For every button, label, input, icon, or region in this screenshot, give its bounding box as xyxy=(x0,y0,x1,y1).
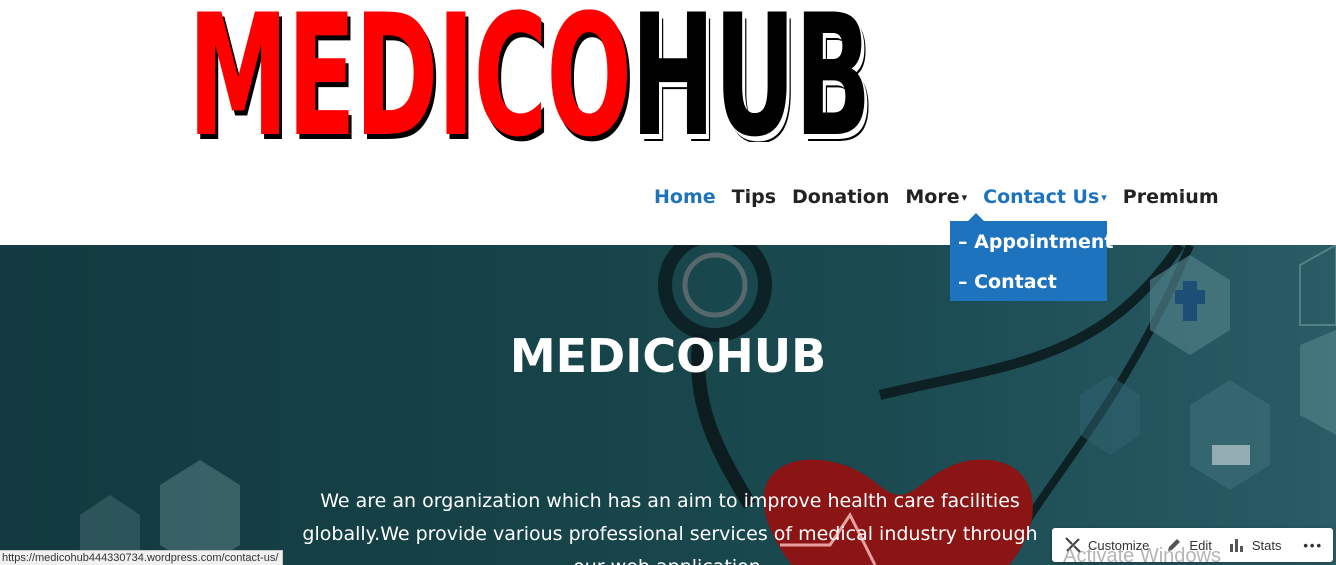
customize-label: Customize xyxy=(1088,537,1150,553)
stats-label: Stats xyxy=(1251,537,1282,553)
stats-button[interactable]: Stats xyxy=(1228,536,1282,554)
nav-contact-us[interactable]: Contact Us ▾ xyxy=(975,183,1115,211)
more-options-button[interactable]: ••• xyxy=(1303,538,1323,553)
edit-label: Edit xyxy=(1189,537,1212,553)
nav-donation[interactable]: Donation xyxy=(784,183,897,211)
nav-more-label: More xyxy=(905,186,960,208)
nav-tips[interactable]: Tips xyxy=(724,183,784,211)
chevron-down-icon: ▾ xyxy=(961,190,968,204)
pencil-icon xyxy=(1168,539,1181,551)
edit-button[interactable]: Edit xyxy=(1165,536,1212,554)
customize-button[interactable]: Customize xyxy=(1064,536,1149,554)
hero-banner: MEDICOHUB We are an organization which h… xyxy=(0,245,1336,565)
site-logo[interactable]: MEDICOHUB xyxy=(188,0,908,142)
link-status-url: https://medicohub444330734.wordpress.com… xyxy=(0,550,284,565)
chevron-down-icon: ▾ xyxy=(1101,190,1107,204)
logo-text-red: MEDICO xyxy=(188,0,632,142)
dropdown-item-appointment[interactable]: – Appointment xyxy=(950,221,1114,261)
nav-premium[interactable]: Premium xyxy=(1115,183,1227,211)
nav-home[interactable]: Home xyxy=(646,183,724,211)
nav-contact-us-label: Contact Us xyxy=(983,186,1100,208)
nav-more[interactable]: More ▾ xyxy=(897,183,975,211)
stats-icon xyxy=(1229,539,1243,552)
hero-title: MEDICOHUB xyxy=(509,329,827,383)
contact-us-dropdown: – Appointment – Contact xyxy=(950,213,1114,301)
logo-text-black: HUB xyxy=(630,0,872,142)
customize-icon xyxy=(1065,537,1081,553)
main-navigation: Home Tips Donation More ▾ Contact Us ▾ Pre… xyxy=(646,183,1227,211)
hero-description: We are an organization which has an aim … xyxy=(302,490,1038,565)
admin-toolbar: Customize Edit Stats ••• Activate Window… xyxy=(1052,528,1333,565)
dropdown-item-contact[interactable]: – Contact xyxy=(950,261,1107,301)
